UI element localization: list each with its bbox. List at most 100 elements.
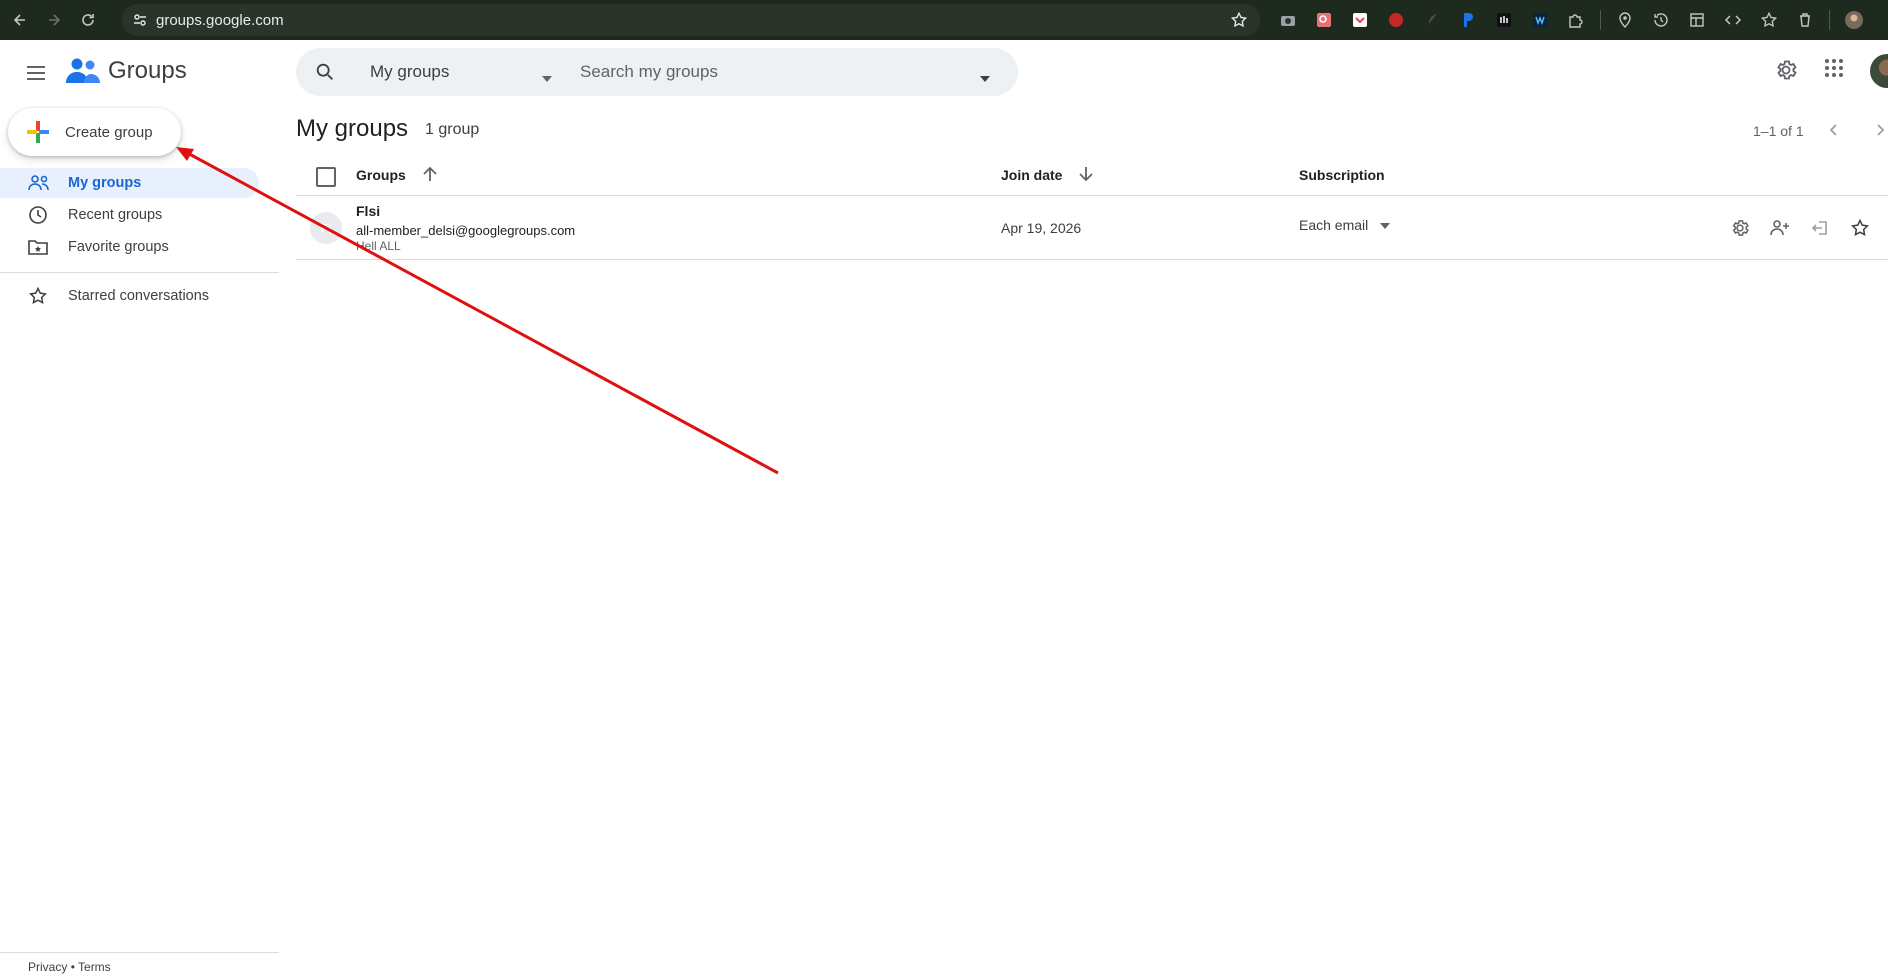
settings-button[interactable]	[1774, 58, 1798, 87]
star-icon	[28, 286, 52, 306]
create-group-button[interactable]: Create group	[8, 108, 181, 156]
group-avatar: Fl	[310, 212, 342, 244]
footer-divider	[0, 952, 279, 953]
footer-links: Privacy • Terms	[28, 960, 111, 974]
clock-icon	[28, 205, 52, 225]
account-avatar[interactable]	[1870, 54, 1888, 88]
main-menu-button[interactable]	[20, 57, 52, 89]
extensions-area	[1270, 6, 1872, 34]
search-scope-select[interactable]: My groups	[370, 62, 449, 82]
chevron-right-icon	[1877, 124, 1885, 136]
join-date: Apr 19, 2026	[1001, 220, 1082, 236]
search-bar: My groups	[296, 48, 1018, 96]
arrow-down-icon[interactable]	[1076, 164, 1096, 189]
sidebar-item-recent-groups[interactable]: Recent groups	[0, 200, 259, 230]
browser-toolbar: groups.google.com	[0, 0, 1888, 40]
chevron-down-icon	[1380, 216, 1391, 234]
location-icon[interactable]	[1607, 6, 1643, 34]
apps-grid-icon	[1825, 59, 1843, 77]
groups-logo-icon	[66, 58, 100, 83]
p-ext-icon[interactable]	[1450, 6, 1486, 34]
leave-group-button[interactable]	[1808, 216, 1832, 240]
app-header: Groups My groups	[0, 40, 1888, 106]
url-text: groups.google.com	[156, 11, 284, 29]
sidebar-item-label: Favorite groups	[68, 239, 169, 255]
group-count: 1 group	[425, 121, 480, 138]
subscription-value: Each email	[1299, 217, 1369, 233]
column-header-join-date[interactable]: Join date	[1001, 167, 1062, 183]
next-page-button[interactable]	[1870, 120, 1888, 145]
search-input[interactable]	[580, 56, 960, 88]
back-arrow-icon	[13, 14, 25, 26]
sidebar-item-my-groups[interactable]: My groups	[0, 168, 259, 198]
column-header-groups[interactable]: Groups	[356, 167, 406, 183]
star-icon	[1851, 218, 1869, 236]
profile-icon[interactable]	[1836, 6, 1872, 34]
table-header: Groups Join date Subscription	[296, 160, 1888, 196]
table-row[interactable]: Fl Flsi all-member_delsi@googlegroups.co…	[296, 196, 1888, 260]
sidebar-item-label: Recent groups	[68, 207, 163, 223]
site-info-icon[interactable]	[132, 12, 148, 33]
search-ext-icon[interactable]	[1306, 6, 1342, 34]
address-bar[interactable]: groups.google.com	[122, 4, 1260, 36]
trash-icon[interactable]	[1787, 6, 1823, 34]
w-ext-icon[interactable]	[1522, 6, 1558, 34]
code-icon[interactable]	[1715, 6, 1751, 34]
toolbar-divider	[1829, 10, 1830, 30]
camera-icon[interactable]	[1270, 6, 1306, 34]
app-name: Groups	[108, 57, 187, 84]
forward-arrow-icon	[49, 14, 61, 26]
group-email: all-member_delsi@googlegroups.com	[356, 223, 576, 238]
people-icon	[28, 175, 52, 191]
group-description: Hell ALL	[356, 239, 401, 253]
history-icon[interactable]	[1643, 6, 1679, 34]
create-group-label: Create group	[65, 123, 153, 141]
groups-logo[interactable]: Groups	[66, 57, 187, 85]
select-all-checkbox[interactable]	[316, 167, 336, 187]
favorite-group-button[interactable]	[1848, 216, 1872, 240]
previous-page-button[interactable]	[1824, 120, 1844, 145]
sidebar-item-favorite-groups[interactable]: Favorite groups	[0, 232, 259, 262]
arrow-up-icon[interactable]	[420, 164, 440, 189]
group-name[interactable]: Flsi	[356, 203, 380, 219]
hamburger-icon	[27, 66, 45, 80]
pocket-icon[interactable]	[1342, 6, 1378, 34]
feather-ext-icon[interactable]	[1414, 6, 1450, 34]
footer-separator: •	[70, 960, 75, 974]
subscription-select[interactable]: Each email	[1299, 216, 1391, 234]
back-button[interactable]	[6, 6, 34, 34]
search-icon[interactable]	[314, 61, 336, 88]
game-ext-icon[interactable]	[1378, 6, 1414, 34]
google-apps-button[interactable]	[1824, 58, 1844, 83]
forward-button[interactable]	[40, 6, 68, 34]
exit-icon	[1811, 221, 1827, 235]
hand-ext-icon[interactable]	[1486, 6, 1522, 34]
group-settings-button[interactable]	[1728, 216, 1752, 240]
reload-icon	[82, 14, 94, 26]
annotation-arrow	[176, 147, 779, 475]
bookmark-star-icon[interactable]	[1230, 11, 1248, 34]
gear-icon	[1732, 220, 1749, 236]
sidebar-divider	[0, 272, 279, 273]
terms-link[interactable]: Terms	[78, 960, 111, 974]
reload-button[interactable]	[74, 6, 102, 34]
chevron-left-icon	[1829, 124, 1837, 136]
person-add-icon	[1770, 220, 1789, 236]
plus-icon	[27, 121, 49, 143]
sidebar-item-starred-conversations[interactable]: Starred conversations	[0, 281, 259, 311]
puzzle-icon[interactable]	[1558, 6, 1594, 34]
folder-star-icon	[28, 238, 52, 256]
add-members-button[interactable]	[1768, 216, 1792, 240]
page-title: My groups	[296, 115, 409, 142]
layout-icon[interactable]	[1679, 6, 1715, 34]
search-options-icon[interactable]	[980, 69, 990, 87]
sidebar-item-label: My groups	[68, 175, 142, 191]
sidebar-item-label: Starred conversations	[68, 288, 210, 304]
star-outline-icon[interactable]	[1751, 6, 1787, 34]
chevron-down-icon[interactable]	[542, 69, 552, 87]
annotation-arrow-head	[176, 147, 194, 161]
privacy-link[interactable]: Privacy	[28, 960, 67, 974]
pagination-label: 1–1 of 1	[1753, 123, 1804, 139]
column-header-subscription: Subscription	[1299, 167, 1385, 183]
toolbar-divider	[1600, 10, 1601, 30]
